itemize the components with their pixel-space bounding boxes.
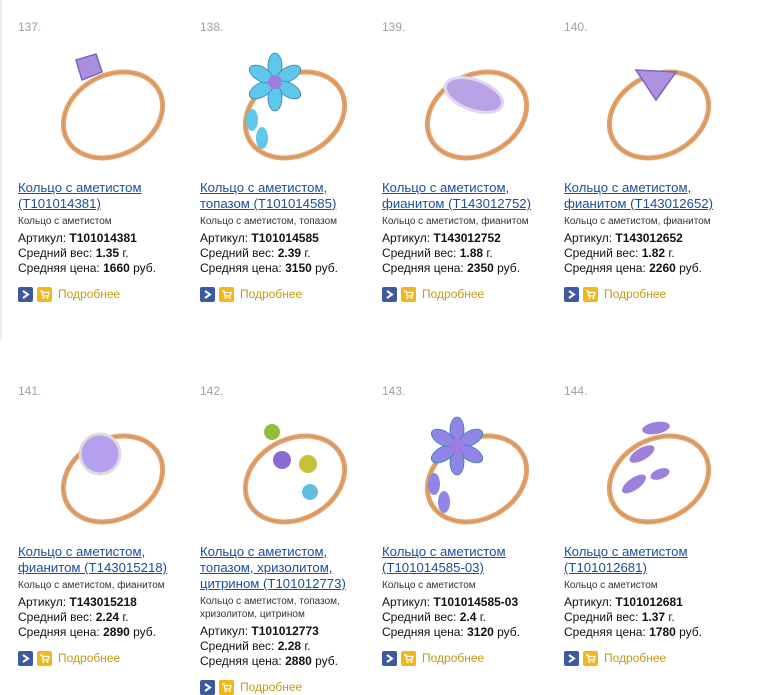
product-price: Средняя цена: 3120 руб.	[382, 625, 521, 639]
product-title-link[interactable]: Кольцо с аметистом (Т101012681)	[564, 544, 742, 576]
product-title-link[interactable]: Кольцо с аметистом, топазом, хризолитом,…	[200, 544, 378, 592]
more-details-link[interactable]: Подробнее	[422, 651, 484, 665]
product-description: Кольцо с аметистом, топазом	[200, 216, 338, 227]
product-weight: Средний вес: 1.88 г.	[382, 246, 493, 260]
product-price: Средняя цена: 1780 руб.	[564, 625, 703, 639]
product-price: Средняя цена: 2890 руб.	[18, 625, 157, 639]
arrow-right-icon[interactable]	[200, 286, 215, 302]
product-image[interactable]	[382, 384, 560, 549]
product-image[interactable]	[382, 20, 560, 185]
product-card: 139. Кольцо с аметистом, фианитом (Т1430…	[382, 20, 560, 320]
arrow-right-icon[interactable]	[200, 679, 215, 695]
cart-icon[interactable]	[583, 650, 598, 666]
cart-icon[interactable]	[219, 679, 234, 695]
product-image[interactable]	[200, 384, 378, 549]
product-price: Средняя цена: 3150 руб.	[200, 261, 339, 275]
product-card: 137. Кольцо с аметистом (Т101014381) Кол…	[18, 20, 196, 320]
product-image[interactable]	[18, 20, 196, 185]
more-details-link[interactable]: Подробнее	[422, 287, 484, 301]
more-details-link[interactable]: Подробнее	[240, 287, 302, 301]
cart-icon[interactable]	[37, 650, 52, 666]
arrow-right-icon[interactable]	[382, 286, 397, 302]
product-article: Артикул: Т143015218	[18, 595, 137, 609]
product-article: Артикул: Т101012681	[564, 595, 683, 609]
product-price: Средняя цена: 2260 руб.	[564, 261, 703, 275]
product-card: 141. Кольцо с аметистом, фианитом (Т1430…	[18, 384, 196, 684]
product-article: Артикул: Т101014585-03	[382, 595, 519, 609]
more-details-link[interactable]: Подробнее	[58, 287, 120, 301]
product-weight: Средний вес: 2.24 г.	[18, 610, 129, 624]
product-description: Кольцо с аметистом	[564, 580, 658, 591]
product-weight: Средний вес: 2.4 г.	[382, 610, 486, 624]
product-price: Средняя цена: 2880 руб.	[200, 654, 339, 668]
product-card: 144. Кольцо с аметистом (Т101012681) Кол…	[564, 384, 742, 684]
product-description: Кольцо с аметистом, фианитом	[382, 216, 529, 227]
cart-icon[interactable]	[37, 286, 52, 302]
product-card: 142. Кольцо с аметистом, топазом, хризол…	[200, 384, 378, 695]
arrow-right-icon[interactable]	[564, 286, 579, 302]
product-title-link[interactable]: Кольцо с аметистом, фианитом (Т143012752…	[382, 180, 560, 212]
product-article: Артикул: Т143012652	[564, 231, 683, 245]
product-weight: Средний вес: 1.37 г.	[564, 610, 675, 624]
product-article: Артикул: Т143012752	[382, 231, 501, 245]
product-image[interactable]	[200, 20, 378, 185]
product-title-link[interactable]: Кольцо с аметистом (Т101014585-03)	[382, 544, 560, 576]
product-weight: Средний вес: 1.35 г.	[18, 246, 129, 260]
product-description: Кольцо с аметистом	[18, 216, 112, 227]
product-weight: Средний вес: 2.28 г.	[200, 639, 311, 653]
more-details-link[interactable]: Подробнее	[604, 651, 666, 665]
product-description: Кольцо с аметистом, топазом, хризолитом,…	[200, 596, 340, 620]
product-description: Кольцо с аметистом	[382, 580, 476, 591]
product-weight: Средний вес: 2.39 г.	[200, 246, 311, 260]
product-title-link[interactable]: Кольцо с аметистом, топазом (Т101014585)	[200, 180, 378, 212]
product-card: 143. Кольцо с аметистом (Т101014585-03) …	[382, 384, 560, 684]
product-description: Кольцо с аметистом, фианитом	[564, 216, 711, 227]
product-article: Артикул: Т101014381	[18, 231, 137, 245]
more-details-link[interactable]: Подробнее	[58, 651, 120, 665]
product-article: Артикул: Т101014585	[200, 231, 319, 245]
product-description: Кольцо с аметистом, фианитом	[18, 580, 165, 591]
product-image[interactable]	[18, 384, 196, 549]
product-card: 138. Кольцо с аметистом, топазом (Т10101…	[200, 20, 378, 320]
arrow-right-icon[interactable]	[382, 650, 397, 666]
product-image[interactable]	[564, 384, 742, 549]
product-image[interactable]	[564, 20, 742, 185]
product-article: Артикул: Т101012773	[200, 624, 319, 638]
product-title-link[interactable]: Кольцо с аметистом, фианитом (Т143015218…	[18, 544, 196, 576]
cart-icon[interactable]	[401, 286, 416, 302]
cart-icon[interactable]	[401, 650, 416, 666]
arrow-right-icon[interactable]	[18, 650, 33, 666]
arrow-right-icon[interactable]	[18, 286, 33, 302]
product-title-link[interactable]: Кольцо с аметистом, фианитом (Т143012652…	[564, 180, 742, 212]
column-divider	[0, 0, 2, 340]
product-card: 140. Кольцо с аметистом, фианитом (Т1430…	[564, 20, 742, 320]
product-title-link[interactable]: Кольцо с аметистом (Т101014381)	[18, 180, 196, 212]
arrow-right-icon[interactable]	[564, 650, 579, 666]
product-weight: Средний вес: 1.82 г.	[564, 246, 675, 260]
cart-icon[interactable]	[219, 286, 234, 302]
more-details-link[interactable]: Подробнее	[604, 287, 666, 301]
product-price: Средняя цена: 2350 руб.	[382, 261, 521, 275]
cart-icon[interactable]	[583, 286, 598, 302]
product-price: Средняя цена: 1660 руб.	[18, 261, 157, 275]
